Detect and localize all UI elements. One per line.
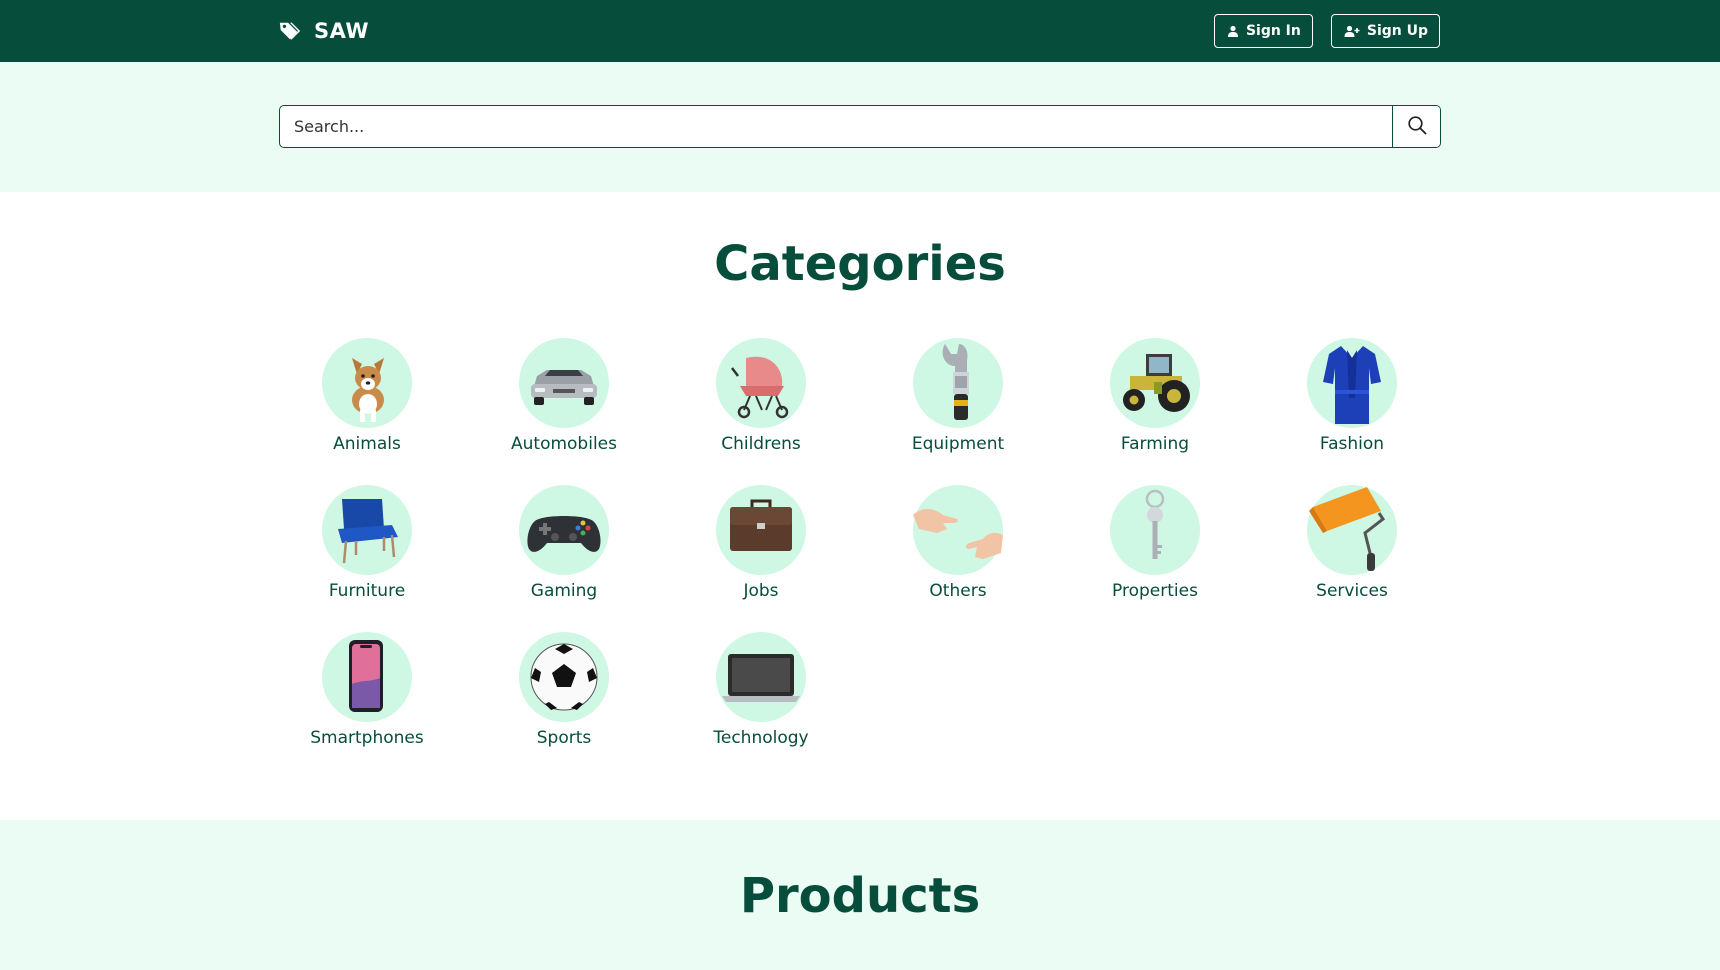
stroller-icon [731, 356, 789, 419]
category-icon-circle [1307, 338, 1397, 428]
category-icon-circle [1110, 485, 1200, 575]
category-label: Fashion [1319, 434, 1385, 454]
category-icon-circle [913, 338, 1003, 428]
dog-icon [352, 358, 384, 422]
brand-logo[interactable]: SAW [278, 16, 369, 46]
category-gaming[interactable]: Gaming [489, 485, 639, 601]
category-label: Farming [1120, 434, 1190, 454]
sign-up-label: Sign Up [1366, 23, 1428, 39]
category-technology[interactable]: Technology [686, 632, 836, 748]
tag-icon [278, 20, 300, 42]
brand-name: SAW [314, 19, 370, 43]
category-label: Jobs [743, 581, 779, 601]
car-icon [531, 370, 597, 405]
category-label: Furniture [328, 581, 406, 601]
tractor-icon [1123, 354, 1190, 412]
category-label: Properties [1112, 581, 1198, 601]
category-label: Automobiles [511, 434, 617, 454]
soccer-ball-icon [530, 643, 598, 711]
search-section [0, 62, 1720, 192]
navbar: SAW Sign In Sign Up [0, 0, 1720, 62]
category-services[interactable]: Services [1277, 485, 1427, 601]
category-icon-circle [1307, 485, 1397, 575]
robe-icon [1323, 346, 1381, 424]
search-button[interactable] [1392, 106, 1440, 147]
search-input[interactable] [280, 106, 1392, 147]
chair-icon [338, 499, 398, 564]
category-childrens[interactable]: Childrens [686, 338, 836, 454]
products-title: Products [739, 868, 981, 924]
gamepad-icon [527, 516, 601, 552]
category-furniture[interactable]: Furniture [292, 485, 442, 601]
briefcase-icon [730, 499, 792, 551]
search-bar [279, 105, 1441, 148]
category-label: Equipment [911, 434, 1005, 454]
category-label: Gaming [530, 581, 598, 601]
sign-up-button[interactable]: Sign Up [1330, 14, 1440, 48]
user-icon [1227, 25, 1239, 37]
user-plus-icon [1344, 25, 1360, 37]
search-icon [1407, 115, 1427, 138]
category-fashion[interactable]: Fashion [1277, 338, 1427, 454]
sign-in-label: Sign In [1245, 23, 1301, 39]
products-section: Products [0, 820, 1720, 970]
category-icon-circle [519, 632, 609, 722]
category-icon-circle [322, 632, 412, 722]
category-icon-circle [716, 338, 806, 428]
category-label: Smartphones [310, 728, 424, 748]
category-icon-circle [716, 632, 806, 722]
category-icon-circle [1110, 338, 1200, 428]
categories-title: Categories [714, 236, 1006, 292]
category-equipment[interactable]: Equipment [883, 338, 1033, 454]
category-smartphones[interactable]: Smartphones [292, 632, 442, 748]
smartphone-icon [349, 640, 383, 712]
category-icon-circle [519, 338, 609, 428]
category-label: Technology [713, 728, 809, 748]
wrench-icon [942, 344, 969, 420]
category-icon-circle [519, 485, 609, 575]
category-sports[interactable]: Sports [489, 632, 639, 748]
category-properties[interactable]: Properties [1080, 485, 1230, 601]
category-icon-circle [913, 485, 1003, 575]
category-jobs[interactable]: Jobs [686, 485, 836, 601]
category-animals[interactable]: Animals [292, 338, 442, 454]
sign-in-button[interactable]: Sign In [1213, 14, 1313, 48]
category-others[interactable]: Others [883, 485, 1033, 601]
category-icon-circle [322, 485, 412, 575]
category-icon-circle [716, 485, 806, 575]
category-label: Sports [536, 728, 592, 748]
category-label: Childrens [721, 434, 801, 454]
key-icon [1145, 489, 1165, 559]
hands-icon [913, 509, 1003, 559]
category-label: Others [929, 581, 987, 601]
paint-roller-icon [1309, 487, 1386, 571]
category-farming[interactable]: Farming [1080, 338, 1230, 454]
category-icon-circle [322, 338, 412, 428]
category-label: Services [1316, 581, 1388, 601]
laptop-icon [722, 654, 800, 702]
category-label: Animals [333, 434, 401, 454]
category-automobiles[interactable]: Automobiles [489, 338, 639, 454]
